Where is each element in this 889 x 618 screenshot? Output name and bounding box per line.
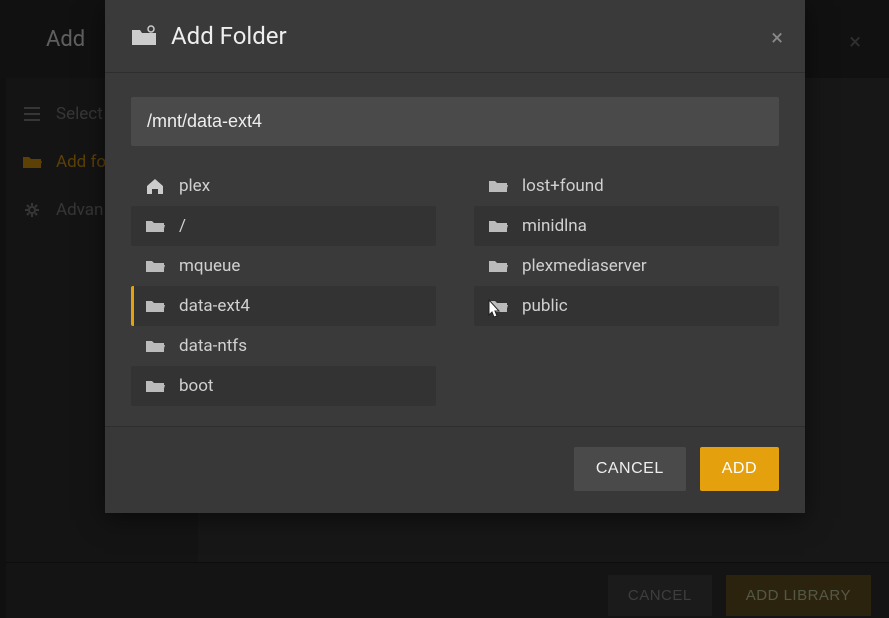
- folder-browser: plex / mqueue: [131, 166, 779, 406]
- folder-label: plex: [179, 176, 210, 196]
- folder-item-root[interactable]: /: [131, 206, 436, 246]
- folder-item-dataext4[interactable]: data-ext4: [131, 286, 436, 326]
- folder-item-public[interactable]: public: [474, 286, 779, 326]
- folder-open-icon: [488, 177, 508, 195]
- folder-open-icon: [488, 217, 508, 235]
- folder-open-icon: [145, 337, 165, 355]
- folder-item-lostfound[interactable]: lost+found: [474, 166, 779, 206]
- folder-label: mqueue: [179, 256, 240, 276]
- folder-item-boot[interactable]: boot: [131, 366, 436, 406]
- modal-title: Add Folder: [171, 22, 287, 50]
- folder-item-minidlna[interactable]: minidlna: [474, 206, 779, 246]
- folder-column-right: lost+found minidlna plexmediaserver: [474, 166, 779, 406]
- folder-label: public: [522, 296, 568, 316]
- folder-label: boot: [179, 376, 214, 396]
- folder-label: minidlna: [522, 216, 587, 236]
- modal-body: plex / mqueue: [105, 73, 805, 426]
- folder-item-home[interactable]: plex: [131, 166, 436, 206]
- folder-item-plexmediaserver[interactable]: plexmediaserver: [474, 246, 779, 286]
- folder-column-left: plex / mqueue: [131, 166, 436, 406]
- cancel-button[interactable]: CANCEL: [574, 447, 686, 491]
- add-folder-modal: Add Folder × plex /: [105, 0, 805, 513]
- folder-open-icon: [488, 297, 508, 315]
- folder-open-icon: [145, 217, 165, 235]
- folder-open-icon: [145, 377, 165, 395]
- modal-header: Add Folder ×: [105, 0, 805, 73]
- folder-open-icon: [488, 257, 508, 275]
- folder-item-datantfs[interactable]: data-ntfs: [131, 326, 436, 366]
- modal-close-button[interactable]: ×: [771, 26, 783, 51]
- home-icon: [145, 177, 165, 195]
- folder-open-icon: [145, 297, 165, 315]
- add-button[interactable]: ADD: [700, 447, 779, 491]
- folder-label: data-ext4: [179, 296, 250, 316]
- folder-item-mqueue[interactable]: mqueue: [131, 246, 436, 286]
- folder-label: lost+found: [522, 176, 604, 196]
- folder-add-icon: [131, 25, 157, 47]
- modal-footer: CANCEL ADD: [105, 426, 805, 513]
- folder-label: /: [179, 216, 186, 236]
- folder-path-input[interactable]: [131, 97, 779, 146]
- folder-open-icon: [145, 257, 165, 275]
- folder-label: plexmediaserver: [522, 256, 647, 276]
- folder-label: data-ntfs: [179, 336, 247, 356]
